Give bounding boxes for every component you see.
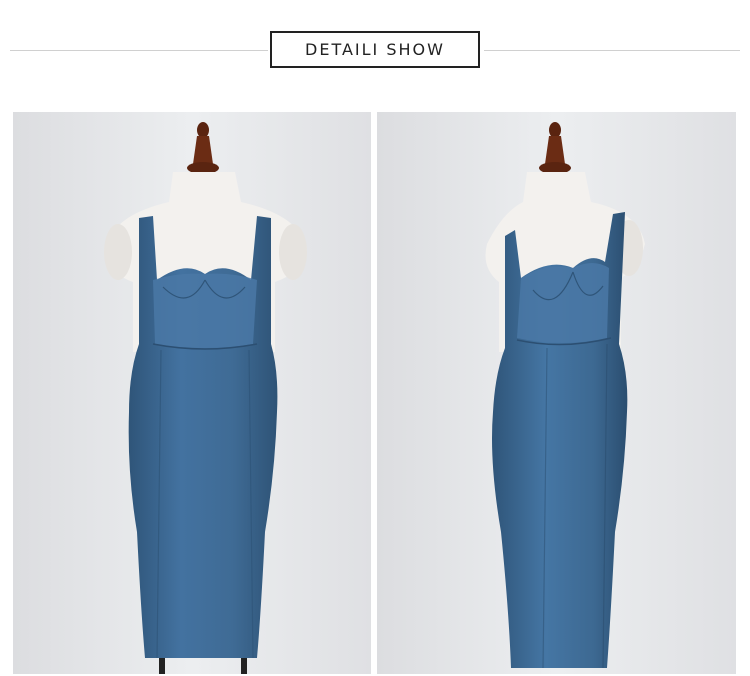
- blue-dress-angled: [492, 212, 628, 669]
- section-title: DETAILI SHOW: [305, 40, 445, 59]
- dress-front-illustration: [13, 112, 371, 674]
- header-divider-left: [10, 50, 268, 51]
- dress-angled-illustration: [377, 112, 736, 674]
- section-title-box: DETAILI SHOW: [270, 31, 480, 68]
- dress-front-photo: [13, 112, 371, 674]
- header-divider-right: [484, 50, 740, 51]
- dress-angled-photo: [377, 112, 736, 674]
- blue-dress-front: [128, 216, 278, 659]
- section-header: DETAILI SHOW: [0, 0, 750, 90]
